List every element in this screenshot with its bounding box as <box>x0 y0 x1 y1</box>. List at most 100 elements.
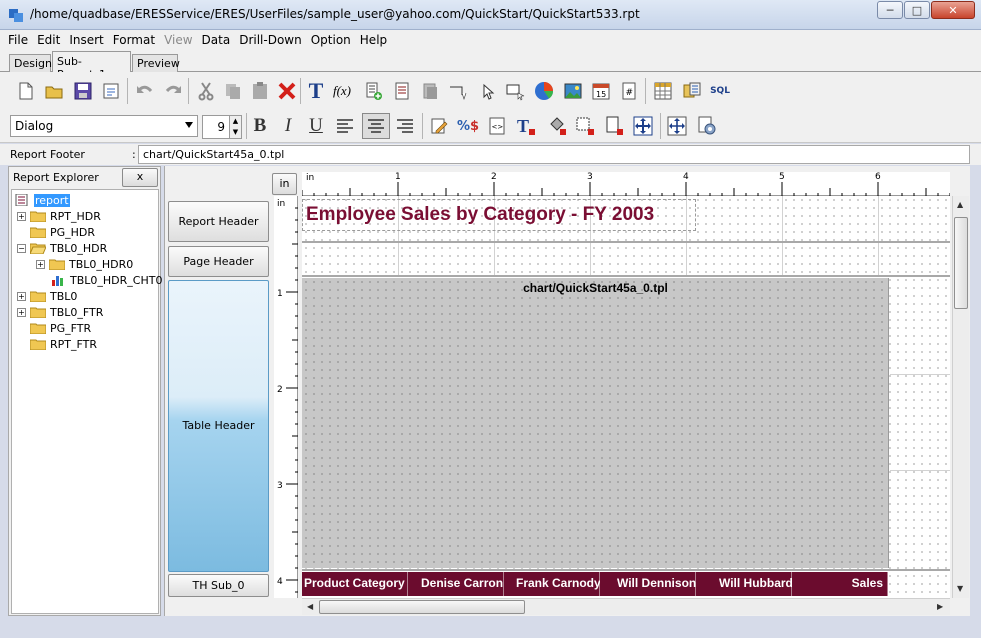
copy-icon[interactable] <box>222 80 244 102</box>
open-folder-icon[interactable] <box>43 80 65 102</box>
redo-icon[interactable] <box>162 80 184 102</box>
menu-help[interactable]: Help <box>360 33 387 47</box>
column-header-product-category[interactable]: Product Category <box>302 572 408 596</box>
tree-node-pg-hdr[interactable]: PG_HDR <box>30 224 95 240</box>
edit-text-icon[interactable] <box>428 115 450 137</box>
paste-icon[interactable] <box>249 80 271 102</box>
underline-icon[interactable]: U <box>305 115 327 137</box>
expand-icon[interactable]: + <box>36 259 45 269</box>
column-header-sales[interactable]: Sales <box>792 572 888 596</box>
property-value-field[interactable]: chart/QuickStart45a_0.tpl <box>138 145 970 164</box>
tree-node-pg-ftr[interactable]: PG_FTR <box>30 320 91 336</box>
toolbar-separator <box>422 113 423 139</box>
vertical-scroll-thumb[interactable] <box>954 217 968 309</box>
sql-icon[interactable]: SQL <box>709 80 731 102</box>
band-report-header[interactable]: Report Header <box>168 201 269 242</box>
insert-rectangle-icon[interactable] <box>504 80 526 102</box>
insert-image-icon[interactable] <box>562 80 584 102</box>
band-th-sub[interactable]: TH Sub_0 <box>168 574 269 597</box>
vertical-scrollbar[interactable]: ▲ ▼ <box>952 196 969 598</box>
align-center-icon[interactable] <box>362 113 390 139</box>
tree-node-tbl0-ftr[interactable]: + TBL0_FTR <box>17 304 103 320</box>
menu-format[interactable]: Format <box>113 33 155 47</box>
report-title-box[interactable]: Employee Sales by Category - FY 2003 <box>302 199 696 231</box>
new-file-icon[interactable] <box>15 80 37 102</box>
delete-icon[interactable] <box>276 80 298 102</box>
spinner-arrows-icon[interactable]: ▲ ▼ <box>229 116 241 138</box>
menu-drill-down[interactable]: Drill-Down <box>239 33 302 47</box>
insert-crosstab-icon[interactable] <box>652 80 674 102</box>
menu-option[interactable]: Option <box>311 33 351 47</box>
border-color-icon[interactable] <box>574 115 596 137</box>
menu-view[interactable]: View <box>164 33 192 47</box>
tree-node-rpt-hdr[interactable]: + RPT_HDR <box>17 208 101 224</box>
data-source-icon[interactable] <box>681 80 703 102</box>
font-family-select[interactable]: Dialog <box>10 115 198 137</box>
collapse-icon[interactable]: − <box>17 243 26 253</box>
menu-data[interactable]: Data <box>202 33 231 47</box>
html-tag-icon[interactable]: <> <box>486 115 508 137</box>
insert-line-icon[interactable] <box>447 80 469 102</box>
undo-icon[interactable] <box>134 80 156 102</box>
format-number-icon[interactable]: % $ <box>457 115 479 137</box>
scroll-right-icon[interactable]: ▶ <box>937 602 943 611</box>
pointer-icon[interactable] <box>475 80 497 102</box>
font-size-stepper[interactable]: 9 ▲ ▼ <box>202 115 242 139</box>
ruler-unit-button[interactable]: in <box>272 173 297 195</box>
scroll-down-icon[interactable]: ▼ <box>957 584 963 593</box>
save-icon[interactable] <box>72 80 94 102</box>
menu-file[interactable]: File <box>8 33 28 47</box>
tree-node-rpt-ftr[interactable]: RPT_FTR <box>30 336 97 352</box>
tab-sub-report[interactable]: Sub-Report_1 <box>52 51 131 81</box>
move-icon[interactable] <box>666 115 688 137</box>
menu-edit[interactable]: Edit <box>37 33 60 47</box>
minimize-button[interactable]: ─ <box>877 1 903 19</box>
expand-icon[interactable]: + <box>17 291 26 301</box>
horizontal-scroll-thumb[interactable] <box>319 600 525 614</box>
column-header-denise-carron[interactable]: Denise Carron <box>408 572 504 596</box>
insert-page-icon[interactable] <box>419 80 441 102</box>
resize-icon[interactable] <box>632 115 654 137</box>
border-style-icon[interactable] <box>603 115 625 137</box>
insert-formula-icon[interactable]: f(x) <box>331 80 353 102</box>
menu-insert[interactable]: Insert <box>69 33 103 47</box>
chart-placeholder[interactable]: chart/QuickStart45a_0.tpl <box>302 278 889 568</box>
expand-icon[interactable]: + <box>17 307 26 317</box>
band-page-header[interactable]: Page Header <box>168 246 269 277</box>
tree-node-tbl0[interactable]: + TBL0 <box>17 288 77 304</box>
scroll-left-icon[interactable]: ◀ <box>307 602 313 611</box>
tree-node-tbl0-hdr0[interactable]: + TBL0_HDR0 <box>36 256 133 272</box>
maximize-button[interactable]: □ <box>904 1 930 19</box>
column-header-will-dennison[interactable]: Will Dennison <box>600 572 696 596</box>
tree-node-label: report <box>34 193 70 207</box>
text-color-icon[interactable]: T <box>515 115 537 137</box>
insert-page-number-icon[interactable]: # <box>618 80 640 102</box>
expand-icon[interactable]: + <box>17 211 26 221</box>
column-header-frank-carnody[interactable]: Frank Carnody <box>504 572 601 596</box>
tree-node-tbl0-hdr[interactable]: − TBL0_HDR <box>17 240 107 256</box>
bold-icon[interactable]: B <box>249 115 271 137</box>
insert-chart-icon[interactable] <box>533 80 555 102</box>
tree-node-report[interactable]: report <box>14 192 70 208</box>
settings-gear-icon[interactable] <box>696 115 718 137</box>
design-surface[interactable]: Employee Sales by Category - FY 2003 cha… <box>302 196 950 598</box>
close-button[interactable]: ✕ <box>931 1 975 19</box>
column-header-will-hubbard[interactable]: Will Hubbard <box>696 572 793 596</box>
fill-color-icon[interactable] <box>546 115 568 137</box>
align-left-icon[interactable] <box>334 115 356 137</box>
tab-design[interactable]: Design <box>9 54 52 72</box>
insert-label-icon[interactable]: T <box>305 78 327 103</box>
explorer-close-button[interactable]: x <box>122 168 158 187</box>
band-table-header[interactable]: Table Header <box>168 280 269 572</box>
align-right-icon[interactable] <box>394 115 416 137</box>
italic-icon[interactable]: I <box>277 115 299 137</box>
insert-column-icon[interactable] <box>362 80 384 102</box>
tab-preview[interactable]: Preview <box>132 54 180 72</box>
save-as-icon[interactable] <box>100 80 122 102</box>
cut-icon[interactable] <box>195 80 217 102</box>
horizontal-scrollbar[interactable]: ◀ ▶ <box>302 598 950 615</box>
insert-date-icon[interactable]: 15 <box>590 80 612 102</box>
insert-subreport-icon[interactable] <box>391 80 413 102</box>
tree-node-tbl0-hdr-cht0[interactable]: TBL0_HDR_CHT0 <box>50 272 162 288</box>
scroll-up-icon[interactable]: ▲ <box>957 200 963 209</box>
